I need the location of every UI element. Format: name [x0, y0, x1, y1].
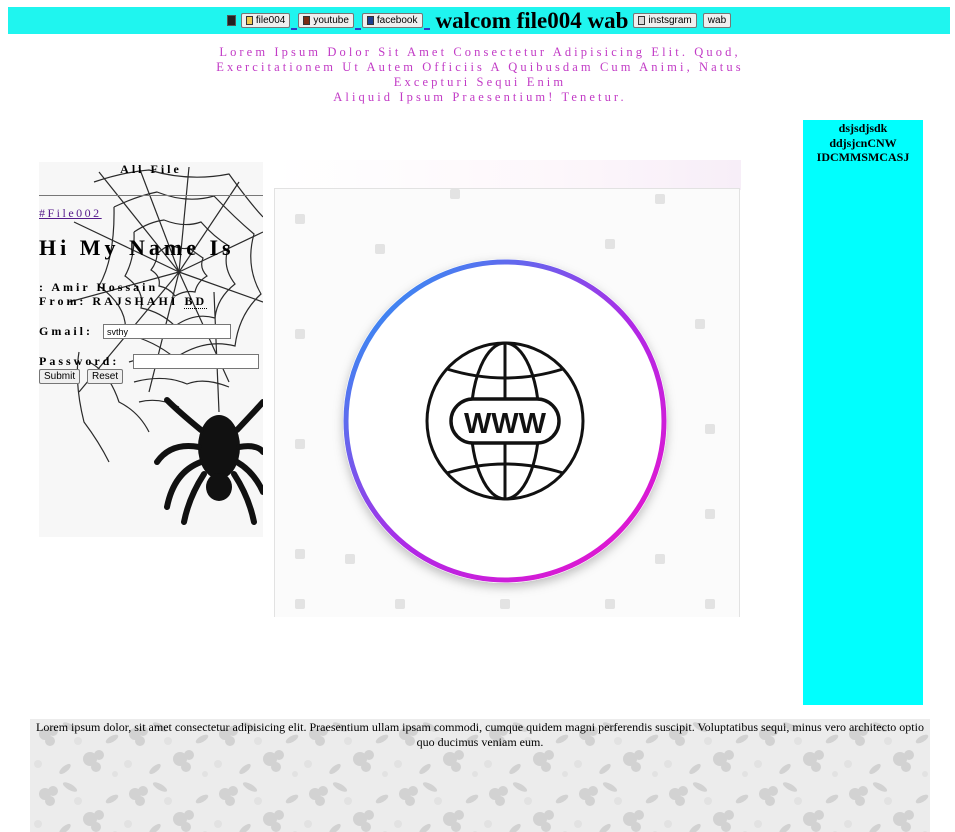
wab-button-label: wab [707, 15, 727, 26]
www-globe-image: WWW [274, 188, 740, 617]
footer-text: Lorem ipsum dolor, sit amet consectetur … [36, 720, 924, 749]
footer: Lorem ipsum dolor, sit amet consectetur … [30, 719, 930, 832]
gmail-input[interactable] [103, 324, 231, 339]
link-underline [423, 16, 430, 30]
name-line: : Amir Hossain [39, 280, 159, 294]
instagram-button-label: instsgram [648, 15, 692, 26]
from-line: From: RAJSHAHI BD [39, 294, 208, 309]
tagline-line: Exercitationem Ut Autem Officiis A Quibu… [216, 60, 744, 74]
password-input[interactable] [133, 354, 259, 369]
left-panel-header: All File [39, 162, 263, 196]
tagline-line: Excepturi Sequi Enim [393, 75, 567, 89]
page-title: walcom file004 wab [435, 8, 629, 33]
broken-image-icon [226, 15, 236, 26]
nav-button-label: facebook [376, 15, 418, 26]
file002-link[interactable]: #File002 [39, 206, 102, 221]
password-label: Password: [39, 354, 120, 368]
wab-button[interactable]: wab [702, 13, 732, 28]
reset-button[interactable]: Reset [87, 369, 124, 384]
nav-button-facebook[interactable]: facebook [361, 13, 423, 28]
image-top-fade [275, 160, 741, 190]
www-badge-text: WWW [464, 408, 547, 440]
tagline: Lorem Ipsum Dolor Sit Amet Consectetur A… [180, 45, 780, 105]
youtube-icon [303, 16, 311, 25]
www-globe-illustration: WWW [295, 189, 715, 609]
facebook-icon [366, 16, 374, 25]
right-sidebar-line: IDCMMSMCASJ [816, 150, 910, 164]
link-underline [291, 16, 298, 30]
from-text: From: RAJSHAHI [39, 294, 179, 308]
nav-button-label: file004 [255, 15, 286, 26]
profile-info: : Amir Hossain From: RAJSHAHI BD [39, 280, 208, 309]
instagram-button[interactable]: instsgram [633, 13, 697, 28]
instagram-icon [638, 16, 646, 25]
left-panel: All File #File002 Hi My Name Is : Amir H… [39, 162, 263, 537]
tagline-line: Aliquid Ipsum Praesentium! Tenetur. [333, 90, 627, 104]
right-sidebar-line: dsjsdjsdk [838, 121, 888, 135]
file-icon [245, 16, 253, 25]
link-underline [354, 16, 361, 30]
country-abbr: BD [184, 294, 208, 309]
spider-icon [154, 397, 263, 525]
nav-button-label: youtube [313, 15, 349, 26]
intro-heading: Hi My Name Is [39, 235, 235, 260]
right-sidebar-line: ddjsjcnCNW [829, 135, 897, 150]
submit-button[interactable]: Submit [39, 369, 81, 384]
nav-button-youtube[interactable]: youtube [298, 13, 354, 28]
right-sidebar: dsjsdjsdk ddjsjcnCNW IDCMMSMCASJ [803, 120, 923, 705]
gmail-label: Gmail: [39, 324, 93, 338]
top-bar: file004 youtube facebook walcom file004 … [8, 7, 950, 34]
tagline-line: Lorem Ipsum Dolor Sit Amet Consectetur A… [219, 45, 741, 59]
nav-button-file004[interactable]: file004 [240, 13, 291, 28]
